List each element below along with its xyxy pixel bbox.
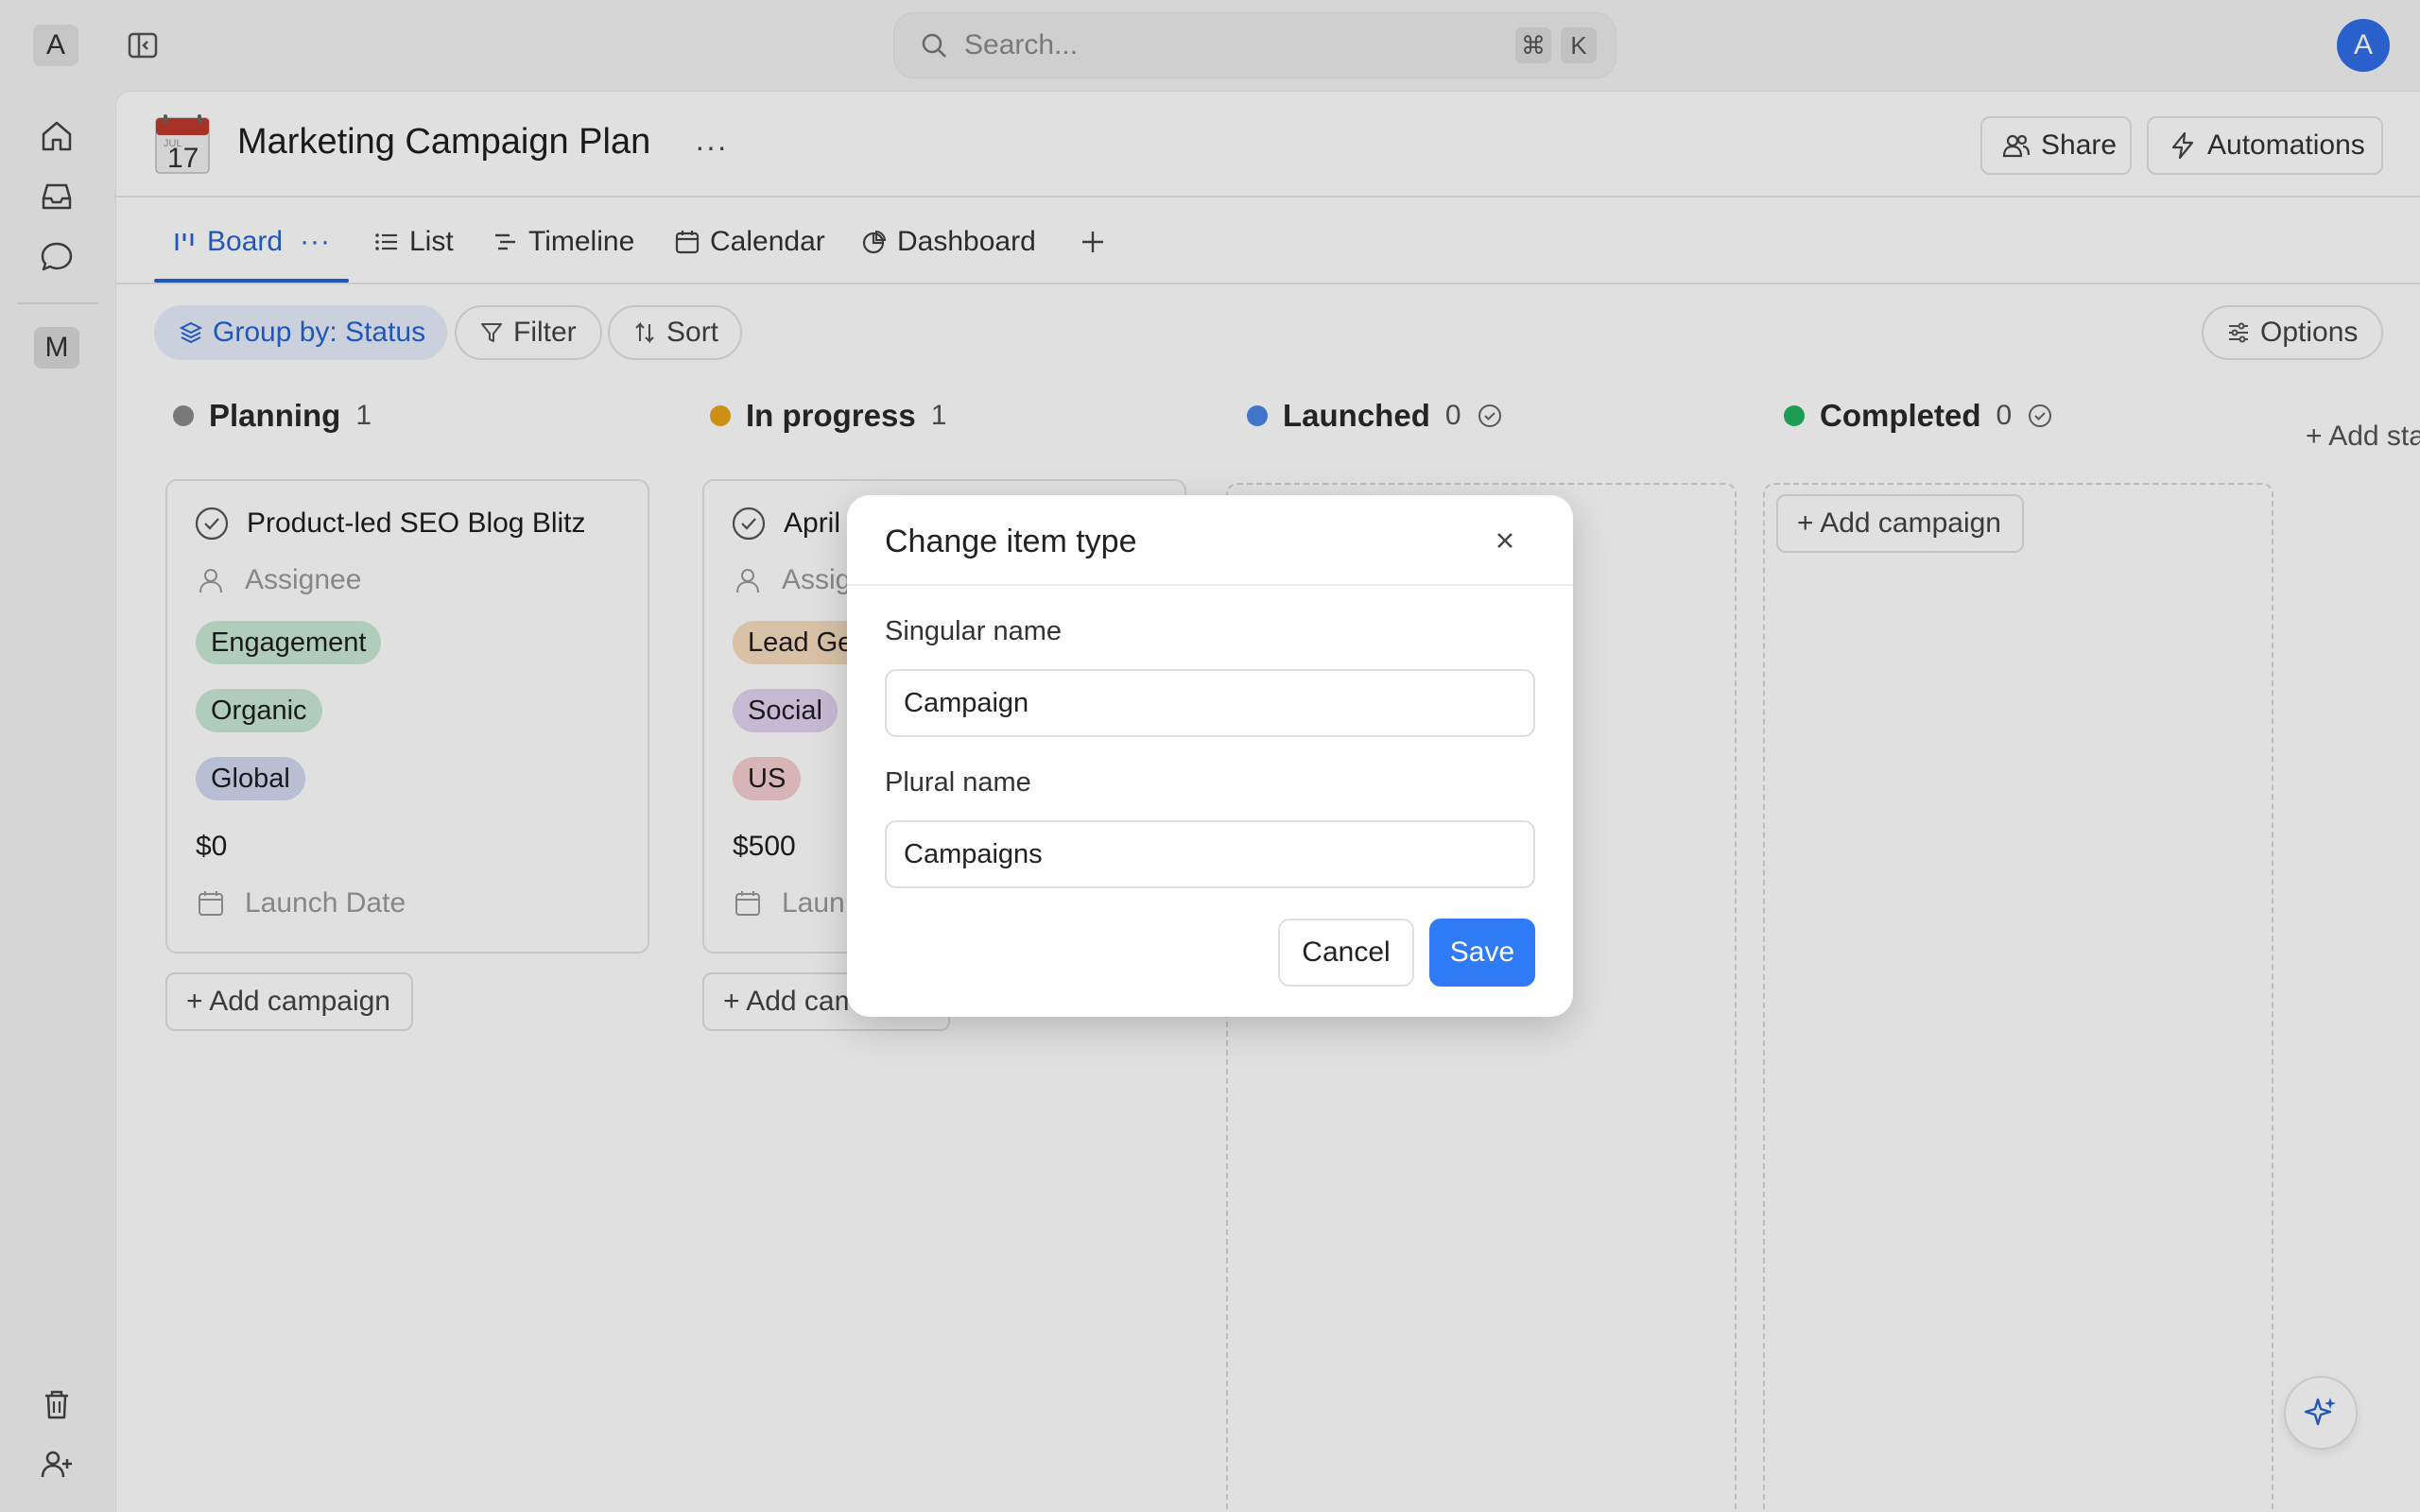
cancel-button[interactable]: Cancel [1278, 919, 1414, 987]
plural-name-input[interactable] [885, 820, 1535, 888]
close-icon[interactable] [1488, 524, 1522, 558]
plural-name-label: Plural name [885, 767, 1031, 798]
change-item-type-dialog: Change item type Singular name Plural na… [847, 495, 1573, 1017]
singular-name-label: Singular name [885, 616, 1062, 646]
app-window: A Search... ⌘ K A M JUL 17 Marketing Cam… [0, 0, 2420, 1512]
singular-name-input[interactable] [885, 669, 1535, 737]
dialog-title: Change item type [885, 524, 1137, 559]
save-button[interactable]: Save [1429, 919, 1535, 987]
dialog-header: Change item type [847, 495, 1573, 586]
